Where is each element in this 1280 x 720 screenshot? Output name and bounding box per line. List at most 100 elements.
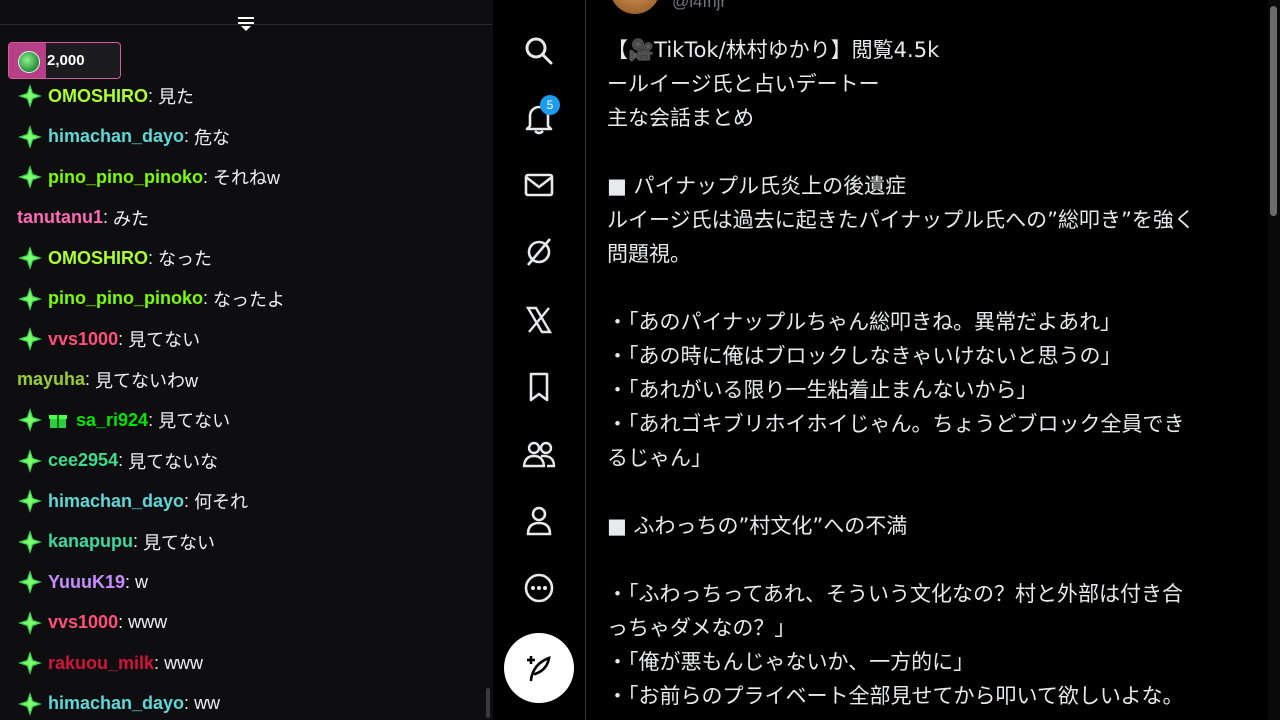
- tweet-line: 主な会話まとめ: [607, 106, 754, 130]
- subscriber-badge-icon[interactable]: [17, 610, 43, 636]
- messages-icon[interactable]: [519, 165, 559, 205]
- chat-message: OMOSHIRO: なった: [0, 238, 493, 279]
- grok-icon[interactable]: [519, 232, 559, 272]
- chat-message: cee2954: 見てないな: [0, 441, 493, 482]
- subscriber-badge-icon[interactable]: [17, 326, 43, 352]
- subscriber-badge-icon[interactable]: [17, 83, 43, 109]
- notification-count-badge: 5: [540, 95, 560, 115]
- chat-separator: :: [118, 328, 124, 349]
- chat-username[interactable]: vvs1000: [48, 329, 118, 350]
- author-avatar[interactable]: [610, 0, 660, 14]
- subscriber-badge-icon[interactable]: [17, 164, 43, 190]
- subscriber-badge-icon[interactable]: [17, 691, 43, 717]
- communities-icon[interactable]: [519, 434, 559, 474]
- chat-message: sa_ri924: 見てない: [0, 400, 493, 441]
- chat-username[interactable]: sa_ri924: [76, 410, 148, 431]
- compose-post-button[interactable]: [504, 633, 574, 703]
- chat-username[interactable]: himachan_dayo: [48, 491, 184, 512]
- chat-message: vvs1000: www: [0, 603, 493, 644]
- subscriber-badge-icon[interactable]: [17, 448, 43, 474]
- chat-message-text: 見てないな: [128, 451, 219, 472]
- channel-points-button[interactable]: 2,000: [8, 42, 121, 79]
- tweet-line: ・「あの時に俺はブロックしなきゃいけないと思うの」: [607, 344, 1122, 368]
- channel-points-icon: [18, 51, 40, 73]
- chat-separator: :: [103, 207, 109, 228]
- chat-message: OMOSHIRO: 見た: [0, 76, 493, 117]
- chat-message-text: 見てない: [143, 532, 216, 553]
- tweet-line: ■ パイナップル氏炎上の後遺症: [607, 174, 907, 198]
- chat-message: pino_pino_pinoko: なったよ: [0, 279, 493, 320]
- subscriber-badge-icon[interactable]: [17, 407, 43, 433]
- chat-separator: :: [148, 409, 154, 430]
- chat-username[interactable]: pino_pino_pinoko: [48, 288, 203, 309]
- chat-message: himachan_dayo: 危な: [0, 117, 493, 158]
- chat-username[interactable]: himachan_dayo: [48, 693, 184, 714]
- twitter-panel: 5 @l4fnjr 【🎥TikTok/林村ゆかり】閲覧4.5k ールイージ氏と占い…: [493, 0, 1280, 720]
- tweet-line: っちゃダメなの？」: [607, 616, 796, 640]
- chat-message-text: 見た: [158, 87, 195, 108]
- gift-badge-icon[interactable]: [48, 410, 68, 430]
- chat-scrollbar[interactable]: [486, 688, 490, 718]
- chat-message: himachan_dayo: 何それ: [0, 481, 493, 522]
- chat-username[interactable]: himachan_dayo: [48, 126, 184, 147]
- chat-separator: :: [184, 126, 190, 147]
- chat-message: vvs1000: 見てない: [0, 319, 493, 360]
- chat-message-text: 危な: [194, 127, 231, 148]
- page-scrollbar-thumb[interactable]: [1270, 6, 1277, 216]
- subscriber-badge-icon[interactable]: [17, 529, 43, 555]
- tweet-line: るじゃん」: [607, 446, 712, 470]
- chat-username[interactable]: mayuha: [17, 369, 85, 390]
- chat-message-text: www: [128, 612, 168, 633]
- chat-message-text: みた: [113, 208, 150, 229]
- chat-separator: :: [133, 531, 139, 552]
- chat-separator: :: [184, 490, 190, 511]
- tweet-line: 【🎥TikTok/林村ゆかり】閲覧4.5k: [607, 38, 940, 62]
- twitter-sidebar: 5: [493, 0, 586, 720]
- chat-separator: :: [148, 247, 154, 268]
- tweet-line: ルイージ氏は過去に起きたパイナップル氏への”総叩き”を強く: [607, 208, 1195, 232]
- subscriber-badge-icon[interactable]: [17, 569, 43, 595]
- chat-message-text: ww: [194, 693, 221, 714]
- x-premium-icon[interactable]: [519, 300, 559, 340]
- chat-username[interactable]: OMOSHIRO: [48, 248, 148, 269]
- chat-username[interactable]: vvs1000: [48, 612, 118, 633]
- subscriber-badge-icon[interactable]: [17, 488, 43, 514]
- more-icon[interactable]: [519, 568, 559, 608]
- tweet-line: ・「ふわっちってあれ、そういう文化なの？村と外部は付き合: [607, 582, 1184, 606]
- chat-username[interactable]: kanapupu: [48, 531, 133, 552]
- chat-username[interactable]: OMOSHIRO: [48, 86, 148, 107]
- chat-username[interactable]: tanutanu1: [17, 207, 103, 228]
- chat-message: mayuha: 見てないわw: [0, 360, 493, 401]
- chat-username[interactable]: cee2954: [48, 450, 118, 471]
- chat-message-text: www: [164, 652, 204, 673]
- collapse-chat-icon[interactable]: [236, 14, 256, 34]
- chat-username[interactable]: pino_pino_pinoko: [48, 167, 203, 188]
- chat-message-text: 見てないわw: [95, 370, 199, 391]
- feather-icon: [527, 655, 551, 682]
- author-handle[interactable]: @l4fnjr: [672, 0, 726, 12]
- tweet-line: ・「お前らのプライベート全部見せてから叩いて欲しいよな。: [607, 684, 1184, 708]
- chat-message-text: 何それ: [194, 492, 249, 513]
- tweet-line: ・「あれゴキブリホイホイじゃん。ちょうどブロック全員でき: [607, 412, 1185, 436]
- page-scrollbar[interactable]: [1268, 0, 1280, 720]
- chat-message-text: 見てない: [128, 330, 201, 351]
- search-icon[interactable]: [519, 31, 559, 71]
- subscriber-badge-icon[interactable]: [17, 124, 43, 150]
- tweet-line: ・「俺が悪もんじゃないか、一方的に」: [607, 650, 975, 674]
- chat-message-text: なった: [158, 249, 213, 270]
- chat-message: YuuuK19: w: [0, 562, 493, 603]
- subscriber-badge-icon[interactable]: [17, 245, 43, 271]
- bookmarks-icon[interactable]: [519, 367, 559, 407]
- tweet-line: ールイージ氏と占いデートー: [607, 72, 880, 96]
- chat-message-text: 見てない: [158, 411, 231, 432]
- subscriber-badge-icon[interactable]: [17, 650, 43, 676]
- chat-username[interactable]: YuuuK19: [48, 572, 125, 593]
- chat-separator: :: [184, 693, 190, 714]
- chat-message: rakuou_milk: www: [0, 643, 493, 684]
- chat-username[interactable]: rakuou_milk: [48, 653, 154, 674]
- profile-icon[interactable]: [519, 501, 559, 541]
- subscriber-badge-icon[interactable]: [17, 286, 43, 312]
